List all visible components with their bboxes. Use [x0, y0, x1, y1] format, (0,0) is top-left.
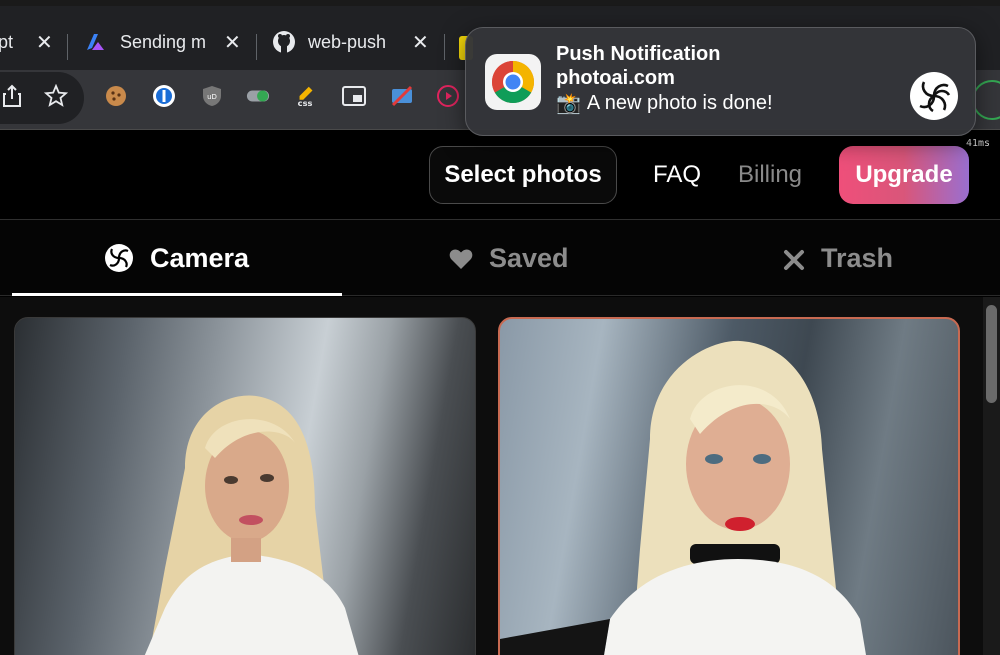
- camera-flash-emoji-icon: 📸: [556, 93, 581, 115]
- active-tab-indicator: [12, 293, 342, 296]
- browser-tab-2[interactable]: Sending m ✕: [84, 22, 244, 62]
- notification-site: photoai.com: [556, 67, 675, 89]
- billing-link[interactable]: Billing: [730, 146, 810, 204]
- tab-camera-label: Camera: [150, 242, 250, 273]
- close-icon[interactable]: ✕: [36, 30, 53, 54]
- cookie-extension-icon[interactable]: [104, 84, 128, 108]
- tab-saved[interactable]: Saved: [449, 220, 569, 296]
- tab-saved-label: Saved: [489, 242, 569, 273]
- tab-separator: [256, 34, 257, 60]
- portrait-image: [144, 395, 359, 655]
- browser-tab-3[interactable]: web-push ✕: [272, 22, 432, 62]
- tab-trash[interactable]: Trash: [783, 220, 893, 296]
- browser-tab-1[interactable]: pt ✕: [0, 22, 53, 62]
- bookmark-star-icon[interactable]: [44, 84, 68, 108]
- chrome-icon: [485, 54, 541, 110]
- photoai-page: 41ms Select photos FAQ Billing Upgrade C…: [0, 131, 1000, 655]
- notification-title: Push Notification: [556, 43, 721, 65]
- upgrade-button[interactable]: Upgrade: [839, 146, 969, 204]
- page-scrollbar[interactable]: [983, 297, 1000, 655]
- heart-icon: [449, 246, 473, 270]
- notification-body: 📸 A new photo is done!: [556, 91, 773, 116]
- x-icon: [783, 247, 805, 270]
- photoai-logo-icon: [910, 72, 958, 120]
- picture-in-picture-extension-icon[interactable]: [342, 84, 366, 108]
- timing-readout: 41ms: [966, 138, 991, 149]
- tab-label: pt: [0, 31, 14, 52]
- push-notification[interactable]: Push Notification photoai.com 📸 A new ph…: [465, 27, 976, 136]
- faq-link[interactable]: FAQ: [650, 146, 704, 204]
- notification-message: A new photo is done!: [586, 92, 773, 114]
- screen: pt ✕ Sending m ✕ web-push ✕ uD css 41ms …: [0, 0, 1000, 655]
- blocker-extension-icon[interactable]: [390, 84, 414, 108]
- profile-avatar[interactable]: [972, 80, 1000, 120]
- share-icon[interactable]: [0, 84, 24, 108]
- camera-spiral-icon: [104, 243, 134, 273]
- tab-label: web-push: [308, 31, 387, 52]
- tab-separator: [67, 34, 68, 60]
- svg-text:css: css: [298, 98, 313, 108]
- scrollbar-thumb[interactable]: [986, 305, 997, 403]
- photo-card-1[interactable]: [14, 317, 476, 655]
- tab-label: Sending m: [120, 31, 207, 52]
- css-extension-icon[interactable]: css: [294, 84, 318, 108]
- close-icon[interactable]: ✕: [224, 30, 241, 54]
- tab-trash-label: Trash: [821, 242, 894, 273]
- github-icon: [272, 30, 296, 54]
- record-extension-icon[interactable]: [436, 84, 460, 108]
- ublock-extension-icon[interactable]: uD: [200, 84, 224, 108]
- photo-card-2[interactable]: [498, 317, 960, 655]
- close-icon[interactable]: ✕: [412, 30, 429, 54]
- photo-gallery: [0, 297, 983, 655]
- azure-icon: [84, 30, 108, 54]
- svg-text:uD: uD: [207, 93, 217, 101]
- portrait-image: [500, 340, 866, 655]
- gallery-tabs: Camera Saved Trash: [0, 220, 1000, 296]
- tab-camera[interactable]: Camera: [104, 220, 249, 296]
- select-photos-button[interactable]: Select photos: [429, 146, 617, 204]
- tab-separator: [444, 34, 445, 60]
- onepassword-extension-icon[interactable]: [152, 84, 176, 108]
- toggle-extension-icon[interactable]: [246, 84, 270, 108]
